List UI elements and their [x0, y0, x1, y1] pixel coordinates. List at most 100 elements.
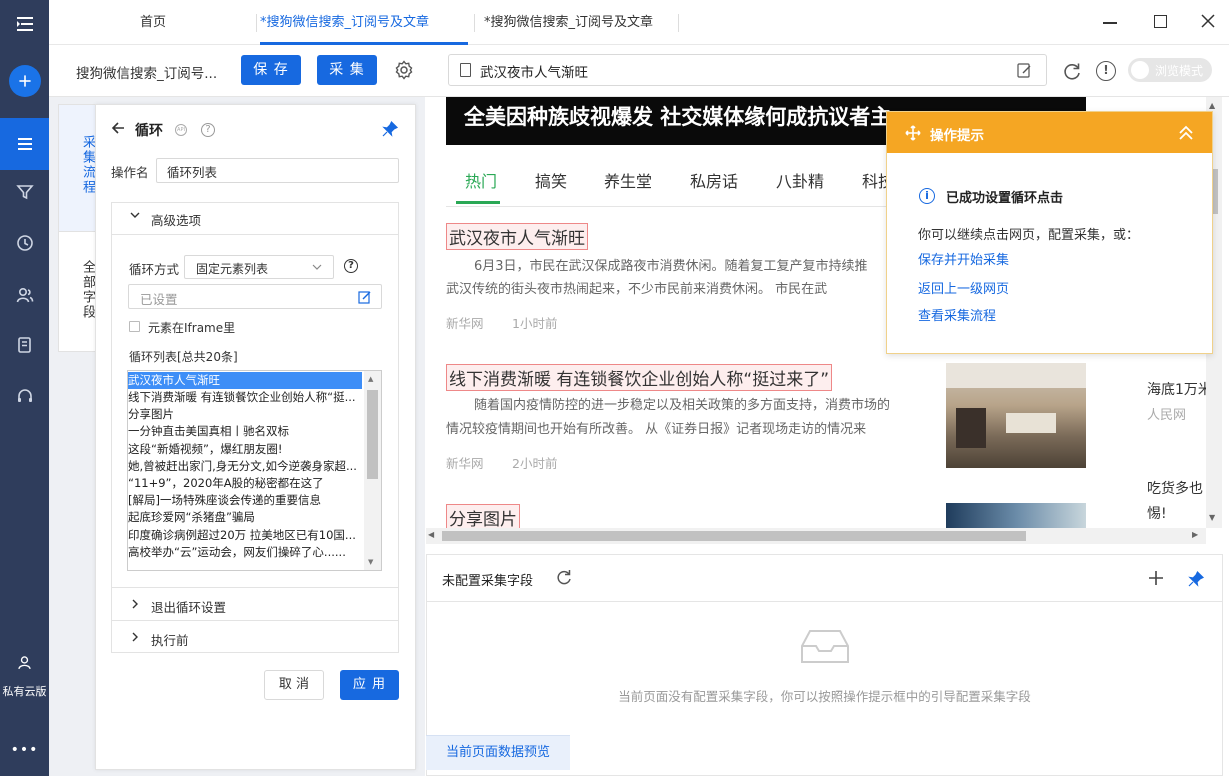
list-item[interactable]: 她,曾被赶出家门,身无分文,如今逆袭身家超...: [128, 458, 362, 475]
list-scrollbar[interactable]: ▲ ▼: [364, 371, 381, 570]
tab-home[interactable]: 首页: [112, 8, 252, 38]
apply-button[interactable]: 应 用: [340, 670, 399, 700]
scroll-down-icon[interactable]: ▼: [1209, 513, 1215, 522]
settings-gear-icon[interactable]: [393, 59, 415, 81]
edit-url-icon[interactable]: [1017, 63, 1032, 78]
pin-icon[interactable]: [381, 120, 399, 138]
xpath-field[interactable]: 已设置: [128, 284, 382, 309]
advanced-options-toggle[interactable]: 高级选项: [151, 210, 201, 229]
list-item[interactable]: 起底珍爱网“杀猪盘”骗局: [128, 509, 362, 526]
image-detail: [946, 363, 1086, 388]
toolbar: 搜狗微信搜索_订阅号... 保 存 采 集 武汉夜市人气渐旺 ! 浏览模式: [49, 45, 1229, 97]
tab-task-active[interactable]: *搜狗微信搜索_订阅号及文章: [260, 8, 468, 38]
back-to-parent-link[interactable]: 返回上一级网页: [918, 278, 1009, 297]
exit-loop-toggle[interactable]: 退出循环设置: [151, 597, 226, 616]
news-thumbnail-image[interactable]: [946, 363, 1086, 468]
tab-divider: [256, 14, 257, 32]
list-item[interactable]: “11+9”，2020年A股的秘密都在这了: [128, 475, 362, 492]
list-item[interactable]: 印度确诊病例超过20万 拉美地区已有10国...: [128, 527, 362, 544]
side-news-title[interactable]: 吃货多也: [1147, 478, 1203, 498]
news-time: 2小时前: [512, 456, 558, 471]
scrollbar-thumb[interactable]: [442, 531, 1026, 541]
banner-text: 全美因种族歧视爆发 社交媒体缘何成抗议者主: [464, 105, 892, 129]
scroll-up-icon[interactable]: ▲: [1209, 101, 1215, 110]
loop-list-label: 循环列表[总共20条]: [129, 350, 238, 364]
save-and-start-link[interactable]: 保存并开始采集: [918, 249, 1009, 268]
url-bar[interactable]: 武汉夜市人气渐旺: [448, 54, 1047, 86]
image-detail: [1006, 413, 1056, 433]
back-arrow-icon[interactable]: [110, 120, 126, 136]
scroll-up-icon[interactable]: ▲: [368, 375, 373, 383]
task-list-icon[interactable]: [0, 118, 49, 170]
tab-all-fields[interactable]: 全部字段: [59, 260, 95, 320]
more-icon[interactable]: •••: [0, 742, 49, 758]
list-item[interactable]: 高校举办“云”运动会，网友们操碎了心......: [128, 544, 362, 561]
collapse-menu-icon[interactable]: [0, 4, 49, 44]
minimize-icon[interactable]: [1103, 22, 1117, 24]
iframe-checkbox[interactable]: [129, 321, 140, 332]
document-icon[interactable]: [0, 325, 49, 365]
move-icon[interactable]: [905, 125, 921, 141]
nav-health[interactable]: 养生堂: [604, 168, 652, 192]
new-task-button[interactable]: [0, 61, 49, 101]
view-workflow-link[interactable]: 查看采集流程: [918, 305, 996, 324]
tab-task[interactable]: *搜狗微信搜索_订阅号及文章: [484, 8, 664, 38]
list-item[interactable]: [解局]一场特殊座谈会传递的重要信息: [128, 492, 362, 509]
edit-icon[interactable]: [358, 290, 372, 304]
collect-button[interactable]: 采 集: [317, 55, 377, 85]
filter-icon[interactable]: [0, 172, 49, 212]
op-name-input[interactable]: 循环列表: [156, 158, 399, 183]
list-item[interactable]: 分享图片: [128, 406, 362, 423]
refresh-icon[interactable]: [1062, 61, 1082, 81]
add-field-icon[interactable]: [1147, 569, 1165, 587]
scroll-right-icon[interactable]: ▶: [1192, 530, 1198, 539]
scrollbar-thumb[interactable]: [367, 390, 378, 479]
maximize-icon[interactable]: [1154, 15, 1167, 28]
headset-icon[interactable]: [0, 376, 49, 416]
save-button[interactable]: 保 存: [241, 55, 301, 85]
nav-funny[interactable]: 搞笑: [535, 168, 567, 192]
list-item[interactable]: 一分钟直击美国真相丨驰名双标: [128, 423, 362, 440]
before-exec-toggle[interactable]: 执行前: [151, 630, 189, 649]
data-preview-tab[interactable]: 当前页面数据预览: [426, 735, 570, 770]
news-title[interactable]: 线下消费渐暖 有连锁餐饮企业创始人称“挺过来了”: [446, 364, 833, 391]
loop-mode-label: 循环方式: [129, 262, 180, 277]
scroll-down-icon[interactable]: ▼: [368, 558, 373, 566]
side-news-title[interactable]: 海底1万米: [1147, 379, 1212, 399]
close-icon[interactable]: [1199, 12, 1217, 30]
vertical-tabs: 采集流程 全部字段: [58, 104, 96, 352]
tab-workflow[interactable]: 采集流程: [59, 135, 95, 195]
news-title[interactable]: 分享图片: [446, 504, 520, 531]
help-icon[interactable]: ?: [344, 259, 358, 273]
list-item[interactable]: 线下消费渐暖 有连锁餐饮企业创始人称“挺...: [128, 389, 362, 406]
nav-hot[interactable]: 热门: [465, 168, 497, 192]
refresh-icon[interactable]: [555, 568, 573, 586]
help-icon[interactable]: ?: [201, 123, 215, 137]
users-icon[interactable]: [0, 275, 49, 315]
account-type-label: 私有云版: [2, 685, 47, 698]
browse-mode-label: 浏览模式: [1155, 64, 1204, 78]
nav-tech[interactable]: 科技: [862, 168, 886, 192]
chevron-right-icon[interactable]: [129, 598, 141, 610]
cancel-button[interactable]: 取 消: [264, 670, 324, 700]
url-text[interactable]: 武汉夜市人气渐旺: [480, 61, 980, 81]
nav-private[interactable]: 私房话: [690, 168, 738, 192]
pin-icon[interactable]: [1187, 570, 1205, 588]
browse-mode-toggle[interactable]: 浏览模式: [1128, 58, 1212, 82]
loop-mode-select[interactable]: 固定元素列表: [184, 255, 334, 279]
news-title[interactable]: 武汉夜市人气渐旺: [446, 223, 588, 250]
api-icon[interactable]: API: [175, 124, 187, 136]
user-icon[interactable]: [0, 644, 49, 680]
scroll-left-icon[interactable]: ◀: [428, 530, 434, 539]
horizontal-scrollbar[interactable]: ◀ ▶: [426, 528, 1206, 544]
list-item[interactable]: 这段“新婚视频”，爆红朋友圈!: [128, 441, 362, 458]
divider: [427, 601, 1222, 602]
nav-gossip[interactable]: 八卦精: [776, 168, 824, 192]
info-icon[interactable]: !: [1096, 61, 1116, 81]
list-item[interactable]: 武汉夜市人气渐旺: [128, 372, 362, 389]
chevron-down-icon[interactable]: [129, 209, 141, 221]
chevron-right-icon[interactable]: [129, 631, 141, 643]
news-thumbnail-image[interactable]: [946, 503, 1086, 529]
history-icon[interactable]: [0, 223, 49, 263]
collapse-up-icon[interactable]: [1177, 124, 1195, 142]
